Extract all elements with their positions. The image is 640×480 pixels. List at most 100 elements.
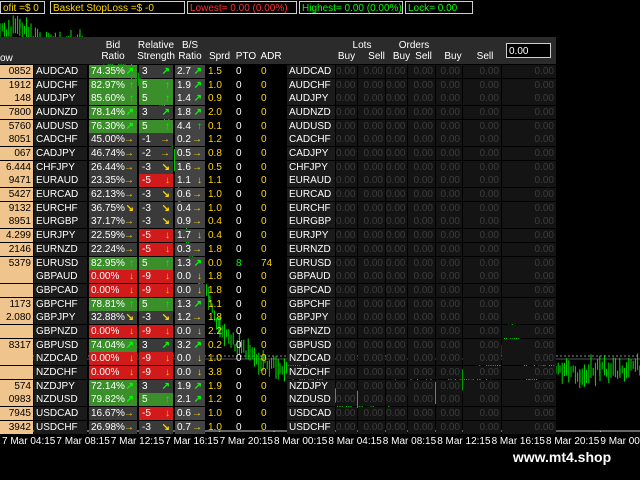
row-total-cell[interactable]: 0.00 <box>502 379 556 393</box>
lots-buy-cell[interactable]: 0.00 <box>336 324 357 338</box>
table-row[interactable]: 2.080 GBPJPY 32.88% ↘ -3 ↘ 1.2 → 1.8 0 0 GB… <box>0 311 556 325</box>
lots-sell-cell[interactable]: 0.00 <box>358 242 385 256</box>
lots-sell-cell[interactable]: 0.00 <box>358 420 385 434</box>
pl-sell-cell[interactable]: 0.00 <box>463 133 501 147</box>
table-row[interactable]: NZDCAD 0.00% ↓ -9 ↓ 0.0 ↓ 1.0 0 0 NZDCAD 0.… <box>0 352 556 366</box>
pl-sell-cell[interactable]: 0.00 <box>463 393 501 407</box>
row-total-cell[interactable]: 0.00 <box>502 256 556 270</box>
row-symbol-2[interactable]: GBPCAD <box>287 283 335 297</box>
pl-buy-cell[interactable]: 0.00 <box>436 188 462 202</box>
row-symbol-2[interactable]: EURCAD <box>287 188 335 202</box>
lots-sell-cell[interactable]: 0.00 <box>358 352 385 366</box>
row-symbol[interactable]: AUDCHF <box>34 78 87 92</box>
table-row[interactable]: 8317 GBPUSD 74.04% ↗ 3 ↗ 3.2 ↗ 0.2 0 0 GBPU… <box>0 338 556 352</box>
row-total-cell[interactable]: 0.00 <box>502 311 556 325</box>
orders-sell-cell[interactable]: 0.00 <box>408 174 435 188</box>
table-row[interactable]: NZDCHF 0.00% ↓ -9 ↓ 0.0 ↓ 3.8 0 0 NZDCHF 0.… <box>0 365 556 379</box>
pl-sell-cell[interactable]: 0.00 <box>463 119 501 133</box>
orders-buy-cell[interactable]: 0.00 <box>386 297 407 311</box>
pl-buy-cell[interactable]: 0.00 <box>436 407 462 420</box>
table-row[interactable]: 067 CADJPY 46.74% → -2 → 0.5 → 0.8 0 0 CADJ… <box>0 147 556 161</box>
row-total-cell[interactable]: 0.00 <box>502 147 556 161</box>
row-total-cell[interactable]: 0.00 <box>502 201 556 215</box>
row-symbol[interactable]: NZDUSD <box>34 393 87 407</box>
row-symbol[interactable]: CHFJPY <box>34 160 87 174</box>
orders-sell-cell[interactable]: 0.00 <box>408 78 435 92</box>
pl-sell-cell[interactable]: 0.00 <box>463 352 501 366</box>
lots-sell-cell[interactable]: 0.00 <box>358 92 385 106</box>
lots-buy-cell[interactable]: 0.00 <box>336 78 357 92</box>
pl-sell-cell[interactable]: 0.00 <box>463 160 501 174</box>
row-symbol[interactable]: USDCHF <box>34 420 87 434</box>
lots-sell-cell[interactable]: 0.00 <box>358 215 385 229</box>
row-symbol-2[interactable]: EURCHF <box>287 201 335 215</box>
row-symbol-2[interactable]: AUDNZD <box>287 106 335 120</box>
lots-buy-cell[interactable]: 0.00 <box>336 297 357 311</box>
row-total-cell[interactable]: 0.00 <box>502 106 556 120</box>
pl-buy-cell[interactable]: 0.00 <box>436 119 462 133</box>
lots-buy-cell[interactable]: 0.00 <box>336 147 357 161</box>
row-symbol-2[interactable]: GBPJPY <box>287 311 335 325</box>
orders-buy-cell[interactable]: 0.00 <box>386 215 407 229</box>
row-symbol[interactable]: CADJPY <box>34 147 87 161</box>
pl-buy-cell[interactable]: 0.00 <box>436 242 462 256</box>
pl-sell-cell[interactable]: 0.00 <box>463 365 501 379</box>
orders-buy-cell[interactable]: 0.00 <box>386 92 407 106</box>
orders-sell-cell[interactable]: 0.00 <box>408 352 435 366</box>
row-symbol[interactable]: GBPJPY <box>34 311 87 325</box>
orders-buy-cell[interactable]: 0.00 <box>386 133 407 147</box>
pl-buy-cell[interactable]: 0.00 <box>436 174 462 188</box>
lots-sell-cell[interactable]: 0.00 <box>358 147 385 161</box>
row-total-cell[interactable]: 0.00 <box>502 283 556 297</box>
lots-sell-cell[interactable]: 0.00 <box>358 188 385 202</box>
row-symbol[interactable]: AUDUSD <box>34 119 87 133</box>
table-row[interactable]: GBPAUD 0.00% ↓ -9 ↓ 0.0 ↓ 1.8 0 0 GBPAUD 0.… <box>0 270 556 284</box>
orders-buy-cell[interactable]: 0.00 <box>386 420 407 434</box>
lots-sell-cell[interactable]: 0.00 <box>358 393 385 407</box>
row-symbol-2[interactable]: GBPAUD <box>287 270 335 284</box>
orders-buy-cell[interactable]: 0.00 <box>386 147 407 161</box>
orders-buy-cell[interactable]: 0.00 <box>386 78 407 92</box>
row-total-cell[interactable]: 0.00 <box>502 270 556 284</box>
pl-buy-cell[interactable]: 0.00 <box>436 270 462 284</box>
lots-sell-cell[interactable]: 0.00 <box>358 201 385 215</box>
orders-sell-cell[interactable]: 0.00 <box>408 379 435 393</box>
row-total-cell[interactable]: 0.00 <box>502 352 556 366</box>
orders-sell-cell[interactable]: 0.00 <box>408 65 435 78</box>
orders-buy-cell[interactable]: 0.00 <box>386 311 407 325</box>
orders-sell-cell[interactable]: 0.00 <box>408 215 435 229</box>
row-total-cell[interactable]: 0.00 <box>502 215 556 229</box>
orders-buy-cell[interactable]: 0.00 <box>386 229 407 243</box>
pl-buy-cell[interactable]: 0.00 <box>436 324 462 338</box>
row-symbol-2[interactable]: EURUSD <box>287 256 335 270</box>
orders-sell-cell[interactable]: 0.00 <box>408 119 435 133</box>
lots-sell-cell[interactable]: 0.00 <box>358 270 385 284</box>
lots-buy-cell[interactable]: 0.00 <box>336 393 357 407</box>
lots-sell-cell[interactable]: 0.00 <box>358 311 385 325</box>
lots-sell-cell[interactable]: 0.00 <box>358 133 385 147</box>
row-symbol[interactable]: AUDJPY <box>34 92 87 106</box>
row-total-cell[interactable]: 0.00 <box>502 133 556 147</box>
pl-sell-cell[interactable]: 0.00 <box>463 242 501 256</box>
orders-sell-cell[interactable]: 0.00 <box>408 393 435 407</box>
lots-buy-cell[interactable]: 0.00 <box>336 119 357 133</box>
row-symbol[interactable]: GBPCHF <box>34 297 87 311</box>
total-input[interactable]: 0.00 <box>506 43 551 58</box>
row-symbol[interactable]: NZDJPY <box>34 379 87 393</box>
pl-sell-cell[interactable]: 0.00 <box>463 215 501 229</box>
lots-buy-cell[interactable]: 0.00 <box>336 379 357 393</box>
row-symbol-2[interactable]: EURJPY <box>287 229 335 243</box>
row-symbol-2[interactable]: CADCHF <box>287 133 335 147</box>
row-symbol-2[interactable]: NZDJPY <box>287 379 335 393</box>
lots-sell-cell[interactable]: 0.00 <box>358 65 385 78</box>
lots-sell-cell[interactable]: 0.00 <box>358 78 385 92</box>
row-symbol[interactable]: EURGBP <box>34 215 87 229</box>
row-symbol[interactable]: NZDCHF <box>34 365 87 379</box>
pl-buy-cell[interactable]: 0.00 <box>436 106 462 120</box>
row-symbol[interactable]: GBPCAD <box>34 283 87 297</box>
pl-buy-cell[interactable]: 0.00 <box>436 201 462 215</box>
row-total-cell[interactable]: 0.00 <box>502 174 556 188</box>
row-total-cell[interactable]: 0.00 <box>502 407 556 420</box>
table-row[interactable]: 1173 GBPCHF 78.81% ↑ 5 ↑ 1.3 ↗ 1.1 0 0 GBPC… <box>0 297 556 311</box>
lots-sell-cell[interactable]: 0.00 <box>358 174 385 188</box>
